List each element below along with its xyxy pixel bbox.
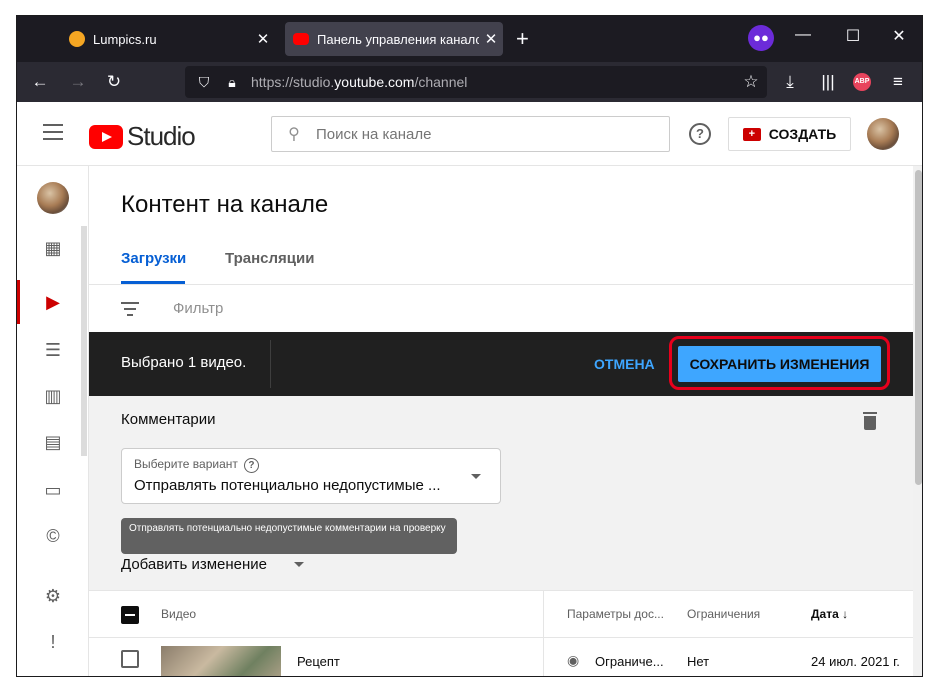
select-all-checkbox[interactable] <box>121 606 139 624</box>
mask-extension-icon[interactable]: ●● <box>748 25 774 51</box>
video-title[interactable]: Рецепт <box>297 654 340 669</box>
dropdown-arrow-icon[interactable] <box>294 562 304 567</box>
feedback-icon[interactable]: ! <box>43 632 63 652</box>
dashboard-icon[interactable]: ▦ <box>43 238 63 258</box>
library-icon[interactable]: ||| <box>815 68 841 96</box>
settings-gear-icon[interactable]: ⚙ <box>43 586 63 606</box>
youtube-favicon-icon <box>293 33 309 45</box>
left-sidebar: ▦ ▶ ☰ ▥ ▤ ▭ © ⚙ ! <box>17 166 89 676</box>
url-text: https://studio.youtube.com/channel <box>251 74 468 90</box>
create-button[interactable]: + СОЗДАТЬ <box>728 117 851 151</box>
divider <box>89 284 913 285</box>
maximize-icon[interactable]: ☐ <box>841 26 865 46</box>
shield-icon[interactable]: ⛉ <box>195 74 213 91</box>
account-avatar[interactable] <box>867 118 899 150</box>
page-scrollbar[interactable] <box>913 166 922 676</box>
playlists-icon[interactable]: ☰ <box>43 340 63 360</box>
analytics-icon[interactable]: ▥ <box>43 386 63 406</box>
adblock-icon[interactable]: ABP <box>853 73 871 91</box>
studio-header: Studio ⚲ ? + СОЗДАТЬ <box>17 102 922 166</box>
trash-icon[interactable] <box>863 412 877 430</box>
lock-icon[interactable]: 🔒︎ <box>223 74 241 91</box>
studio-logo[interactable]: Studio <box>89 121 196 152</box>
bookmark-star-icon[interactable]: ☆ <box>738 68 764 96</box>
column-restrictions[interactable]: Ограничения <box>687 607 760 621</box>
forward-arrow-icon[interactable]: → <box>65 68 91 96</box>
copyright-icon[interactable]: © <box>43 526 63 546</box>
download-icon[interactable]: ⤓ <box>777 68 803 96</box>
content-icon[interactable]: ▶ <box>43 292 63 312</box>
browser-window: Lumpics.ru ✕ Панель управления каналом ✕… <box>16 15 923 677</box>
dropdown-arrow-icon[interactable] <box>471 474 481 479</box>
table-header: Видео Параметры дос... Ограничения Дата … <box>89 590 913 639</box>
close-tab-icon[interactable]: ✕ <box>251 30 275 48</box>
sort-arrow-down-icon: ↓ <box>842 607 849 621</box>
divider <box>543 638 544 676</box>
row-checkbox[interactable] <box>121 650 139 668</box>
bulk-edit-panel: Комментарии Выберите вариант? Отправлять… <box>89 396 913 590</box>
minimize-icon[interactable]: — <box>791 26 815 44</box>
filter-input[interactable]: Фильтр <box>173 300 223 317</box>
column-visibility[interactable]: Параметры дос... <box>567 607 664 621</box>
active-indicator <box>17 280 20 324</box>
tab-title: Панель управления каналом <box>317 31 479 47</box>
add-change-button[interactable]: Добавить изменение <box>121 556 267 573</box>
back-arrow-icon[interactable]: ← <box>27 68 53 96</box>
selected-count: Выбрано 1 видео. <box>121 354 247 371</box>
tooltip: Отправлять потенциально недопустимые ком… <box>121 518 457 554</box>
table-row[interactable]: Рецепт ◉ Ограниче... Нет 24 июл. 2021 г. <box>89 638 913 676</box>
page-title: Контент на канале <box>121 191 329 218</box>
search-icon: ⚲ <box>288 126 300 143</box>
address-bar[interactable]: ⛉ 🔒︎ https://studio.youtube.com/channel <box>185 66 767 98</box>
section-label: Комментарии <box>121 411 216 428</box>
close-window-icon[interactable]: ✕ <box>887 26 911 46</box>
highlight-frame: СОХРАНИТЬ ИЗМЕНЕНИЯ <box>669 336 890 390</box>
divider <box>543 591 544 639</box>
divider <box>270 340 271 388</box>
selection-bar: Выбрано 1 видео. ОТМЕНА СОХРАНИТЬ ИЗМЕНЕ… <box>89 332 913 396</box>
column-date[interactable]: Дата ↓ <box>811 607 848 621</box>
tab-uploads[interactable]: Загрузки <box>121 250 186 267</box>
main-content: Контент на канале Загрузки Трансляции Фи… <box>89 166 913 676</box>
tab-live[interactable]: Трансляции <box>225 250 314 267</box>
visibility-value[interactable]: Ограниче... <box>595 654 664 669</box>
subtitles-icon[interactable]: ▭ <box>43 480 63 500</box>
date-value: 24 июл. 2021 г. <box>811 654 900 669</box>
select-label: Выберите вариант <box>134 457 238 471</box>
save-changes-button[interactable]: СОХРАНИТЬ ИЗМЕНЕНИЯ <box>678 346 881 382</box>
restrictions-value: Нет <box>687 654 710 669</box>
select-value: Отправлять потенциально недопустимые ... <box>134 477 441 494</box>
tab-lumpics[interactable]: Lumpics.ru ✕ <box>61 22 275 56</box>
new-tab-button[interactable]: + <box>516 27 529 51</box>
search-box[interactable]: ⚲ <box>271 116 670 152</box>
scrollbar-thumb[interactable] <box>915 170 922 485</box>
menu-icon[interactable]: ≡ <box>885 68 911 96</box>
youtube-logo-icon <box>89 124 123 149</box>
close-tab-icon[interactable]: ✕ <box>479 30 503 48</box>
help-icon[interactable]: ? <box>243 458 259 473</box>
tab-bar: Lumpics.ru ✕ Панель управления каналом ✕… <box>17 16 922 62</box>
reload-icon[interactable]: ↻ <box>101 68 127 96</box>
channel-avatar[interactable] <box>37 182 69 214</box>
tab-title: Lumpics.ru <box>93 31 157 47</box>
eye-off-icon: ◉ <box>567 652 580 668</box>
search-input[interactable] <box>316 125 636 143</box>
navigation-bar: ← → ↻ ⛉ 🔒︎ https://studio.youtube.com/ch… <box>17 62 922 102</box>
video-camera-icon: + <box>742 127 761 141</box>
column-video[interactable]: Видео <box>161 607 196 621</box>
video-thumbnail[interactable] <box>161 646 281 676</box>
comments-option-select[interactable]: Выберите вариант? Отправлять потенциальн… <box>121 448 501 504</box>
hamburger-menu-icon[interactable] <box>43 124 63 145</box>
filter-icon[interactable] <box>121 302 139 320</box>
lumpics-favicon-icon <box>69 31 85 47</box>
comments-icon[interactable]: ▤ <box>43 432 63 452</box>
sidebar-scrollbar[interactable] <box>81 226 87 456</box>
cancel-button[interactable]: ОТМЕНА <box>594 356 655 372</box>
tab-youtube-studio[interactable]: Панель управления каналом ✕ <box>285 22 503 56</box>
help-icon[interactable]: ? <box>689 123 711 145</box>
